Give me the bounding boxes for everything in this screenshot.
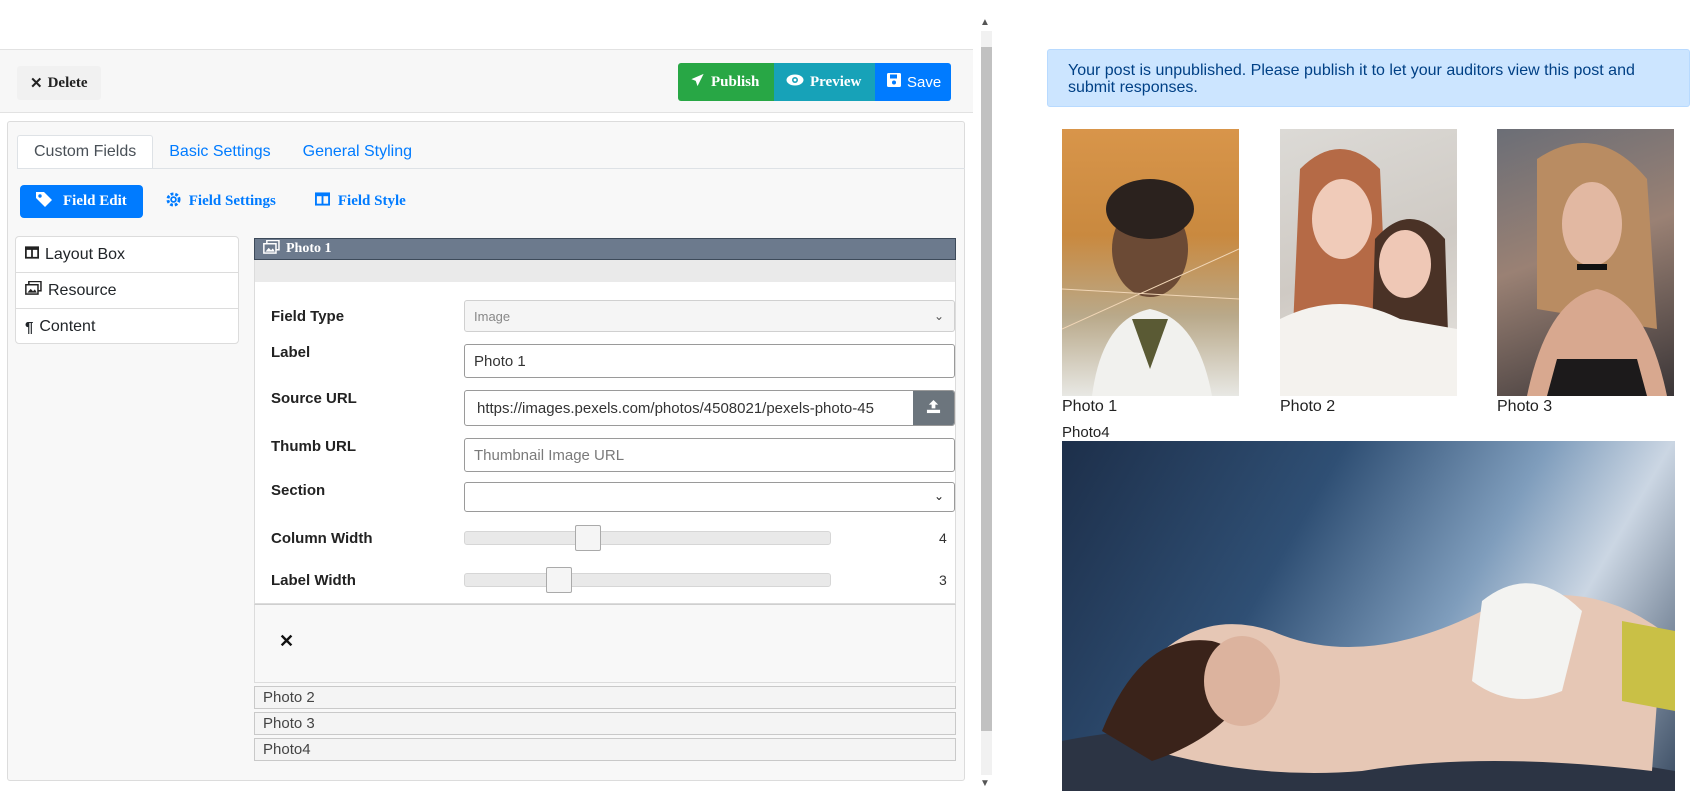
photo-1-image[interactable] — [1062, 129, 1239, 396]
field-type-label: Field Type — [271, 307, 345, 325]
tab-divider — [17, 168, 965, 169]
columns-icon — [25, 245, 39, 264]
paragraph-icon: ¶ — [25, 318, 34, 336]
thumb-url-label: Thumb URL — [271, 438, 356, 455]
upload-button[interactable] — [913, 391, 954, 425]
gear-icon — [166, 191, 181, 212]
label-width-slider[interactable] — [464, 567, 831, 593]
field-header-photo-1[interactable]: Photo 1 — [254, 238, 956, 260]
column-width-row: Column Width 4 — [271, 525, 947, 551]
label-row: Label Photo 1 — [271, 344, 955, 378]
field-footer: ✕ — [254, 604, 956, 683]
field-style-button[interactable]: Field Style — [300, 185, 422, 218]
section-label: Section — [271, 482, 326, 499]
label-width-value: 3 — [939, 572, 947, 588]
field-header-photo4[interactable]: Photo4 — [254, 738, 956, 761]
unpublished-alert: Your post is unpublished. Please publish… — [1047, 49, 1690, 107]
eye-icon — [786, 74, 804, 91]
gallery-item-photo-3: Photo 3 — [1497, 129, 1674, 416]
slider-thumb[interactable] — [546, 567, 572, 593]
editor-panel: ✕ Delete Publish Preview Save Custom Fie… — [0, 0, 992, 791]
action-button-group: Publish Preview Save — [678, 63, 951, 101]
toolbar: ✕ Delete Publish Preview Save — [0, 49, 973, 113]
source-url-input[interactable]: https://images.pexels.com/photos/4508021… — [464, 390, 955, 426]
tab-basic-settings[interactable]: Basic Settings — [153, 135, 286, 169]
scroll-down-icon[interactable]: ▼ — [980, 778, 990, 789]
field-header-photo-3[interactable]: Photo 3 — [254, 712, 956, 735]
remove-field-icon[interactable]: ✕ — [279, 631, 294, 652]
photo4-caption: Photo4 — [1062, 424, 1110, 441]
thumb-url-input[interactable]: Thumbnail Image URL — [464, 438, 955, 472]
tab-custom-fields[interactable]: Custom Fields — [17, 135, 154, 169]
field-edit-button[interactable]: Field Edit — [20, 185, 143, 218]
field-accordion: Photo 1 Field Type Image ⌄ Label Photo 1… — [254, 238, 956, 761]
field-header-strip — [254, 260, 956, 282]
photo4-image[interactable] — [1062, 441, 1675, 791]
slider-thumb[interactable] — [575, 525, 601, 551]
section-select[interactable]: ⌄ — [464, 482, 955, 512]
field-form: Field Type Image ⌄ Label Photo 1 Source … — [254, 282, 956, 604]
component-sidebar: Layout Box Resource ¶ Content — [15, 236, 239, 344]
save-button[interactable]: Save — [875, 63, 951, 101]
source-url-row: Source URL https://images.pexels.com/pho… — [271, 390, 955, 426]
editor-scrollbar[interactable]: ▲ ▼ — [979, 15, 994, 791]
close-icon: ✕ — [30, 75, 43, 92]
paper-plane-icon — [690, 73, 705, 92]
sidebar-item-layout-box[interactable]: Layout Box — [16, 237, 238, 273]
delete-button[interactable]: ✕ Delete — [17, 66, 101, 100]
section-row: Section ⌄ — [271, 482, 955, 512]
images-icon — [263, 239, 280, 259]
publish-button[interactable]: Publish — [678, 63, 774, 101]
photo-2-image[interactable] — [1280, 129, 1457, 396]
preview-button[interactable]: Preview — [774, 63, 875, 101]
columns-icon — [314, 192, 330, 211]
sidebar-item-content[interactable]: ¶ Content — [16, 309, 238, 345]
column-width-slider[interactable] — [464, 525, 831, 551]
scroll-thumb[interactable] — [981, 47, 992, 731]
images-icon — [25, 280, 42, 300]
field-type-select: Image ⌄ — [464, 300, 955, 332]
upload-icon — [926, 399, 941, 418]
tab-bar: Custom Fields Basic Settings General Sty… — [17, 135, 428, 169]
label-width-label: Label Width — [271, 571, 356, 589]
sidebar-item-resource[interactable]: Resource — [16, 273, 238, 309]
thumb-url-row: Thumb URL Thumbnail Image URL — [271, 438, 955, 472]
gallery-item-photo-1: Photo 1 — [1062, 129, 1239, 416]
photo-caption: Photo 2 — [1280, 398, 1336, 415]
field-header-photo-2[interactable]: Photo 2 — [254, 686, 956, 709]
chevron-down-icon: ⌄ — [933, 489, 944, 503]
tab-general-styling[interactable]: General Styling — [287, 135, 428, 169]
field-subnav: Field Edit Field Settings Field Style — [20, 185, 422, 218]
label-label: Label — [271, 344, 311, 361]
scroll-up-icon[interactable]: ▲ — [980, 17, 990, 28]
chevron-down-icon: ⌄ — [933, 309, 944, 323]
photo-3-image[interactable] — [1497, 129, 1674, 396]
photo-caption: Photo 1 — [1062, 398, 1118, 415]
source-url-label: Source URL — [271, 390, 357, 407]
photo-caption: Photo 3 — [1497, 398, 1553, 415]
field-type-row: Field Type Image ⌄ — [271, 300, 955, 332]
column-width-label: Column Width — [271, 529, 373, 547]
preview-panel: Your post is unpublished. Please publish… — [1000, 0, 1707, 791]
column-width-value: 4 — [939, 530, 947, 546]
floppy-disk-icon — [887, 73, 901, 91]
label-input[interactable]: Photo 1 — [464, 344, 955, 378]
tags-icon — [35, 191, 55, 212]
field-settings-button[interactable]: Field Settings — [151, 185, 292, 218]
gallery-item-photo-2: Photo 2 — [1280, 129, 1457, 416]
label-width-row: Label Width 3 — [271, 567, 947, 593]
